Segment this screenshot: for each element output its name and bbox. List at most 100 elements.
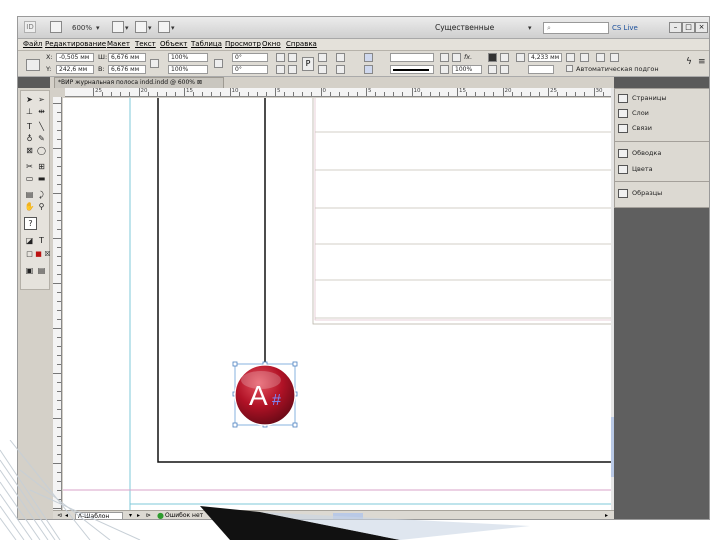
document-tab[interactable]: *ВИР журнальная полоса indd.indd @ 600% … xyxy=(54,77,224,88)
horizontal-ruler[interactable]: 25 20 15 10 5 0 5 10 15 20 25 30 xyxy=(65,88,611,97)
menu-view[interactable]: Просмотр xyxy=(225,40,261,48)
search-field[interactable]: ⌕ xyxy=(543,22,609,34)
gap-dropdown[interactable] xyxy=(528,65,554,74)
fill-stroke-icon[interactable]: ? xyxy=(24,217,37,230)
zoom-level[interactable]: 600% xyxy=(72,21,92,35)
formatting-text-icon[interactable]: T xyxy=(36,235,47,246)
opacity-icon[interactable] xyxy=(440,65,449,74)
effects-icon[interactable] xyxy=(452,53,461,62)
y-field[interactable]: 242,6 мм xyxy=(56,65,94,74)
zoom-tool-icon[interactable]: ⚲ xyxy=(36,201,47,212)
panel-pages[interactable]: Страницы xyxy=(618,92,708,104)
gap-field[interactable]: 4,233 мм xyxy=(528,53,562,62)
preview-mode-icon[interactable]: ▤ xyxy=(36,265,47,276)
view-options-icon[interactable] xyxy=(112,21,124,33)
rotate-ccw-icon[interactable] xyxy=(288,53,297,62)
drop-shadow-icon[interactable] xyxy=(440,53,449,62)
page-tool-icon[interactable]: ⊥ xyxy=(24,106,35,117)
opacity-field[interactable]: 100% xyxy=(452,65,482,74)
direct-selection-tool-icon[interactable]: ➢ xyxy=(36,94,47,105)
arrange-documents-icon[interactable] xyxy=(158,21,170,33)
height-field[interactable]: 6,676 мм xyxy=(108,65,146,74)
apply-none-icon[interactable]: ☒ xyxy=(42,249,53,260)
cs-live-button[interactable]: CS Live xyxy=(612,21,638,35)
arrange-dropdown-icon[interactable]: ▾ xyxy=(171,21,175,35)
center-content-icon[interactable] xyxy=(500,65,509,74)
fit-frame-icon[interactable] xyxy=(488,65,497,74)
maximize-button[interactable]: □ xyxy=(682,22,695,33)
bridge-icon[interactable] xyxy=(50,21,62,33)
gradient-feather-tool-icon[interactable]: ▬ xyxy=(36,173,47,184)
panel-samples[interactable]: Образцы xyxy=(618,187,708,199)
constrain-proportions-icon[interactable] xyxy=(150,59,159,68)
rotation-field[interactable]: 0° xyxy=(232,53,268,62)
fill-frame-icon[interactable] xyxy=(488,53,497,62)
menu-type[interactable]: Текст xyxy=(135,40,156,48)
width-field[interactable]: 6,676 мм xyxy=(108,53,146,62)
type-tool-icon[interactable]: T xyxy=(24,121,35,132)
view-options-dropdown-icon[interactable]: ▾ xyxy=(125,21,129,35)
align-center-icon[interactable] xyxy=(580,53,589,62)
workspace-switcher[interactable]: Существенные элементы xyxy=(435,21,535,46)
panel-stroke[interactable]: Обводка xyxy=(618,147,708,159)
close-button[interactable]: × xyxy=(695,22,708,33)
menu-help[interactable]: Справка xyxy=(286,40,317,48)
select-container-icon[interactable] xyxy=(318,53,327,62)
panel-menu-icon[interactable]: ≡ xyxy=(698,57,706,67)
panel-swatches[interactable]: Цвета xyxy=(618,163,708,175)
menu-object[interactable]: Объект xyxy=(160,40,187,48)
stroke-swatch-icon[interactable] xyxy=(364,65,373,74)
stroke-type-field[interactable] xyxy=(390,65,434,74)
eyedropper-tool-icon[interactable]: ⤸ xyxy=(36,189,47,200)
minimize-button[interactable]: – xyxy=(669,22,682,33)
selection-tool-icon[interactable]: ➤ xyxy=(24,94,35,105)
gap-tool-icon[interactable]: ⇹ xyxy=(36,106,47,117)
screen-mode-icon[interactable] xyxy=(135,21,147,33)
scissors-tool-icon[interactable]: ✂ xyxy=(24,161,35,172)
reference-point-icon[interactable] xyxy=(26,59,40,71)
p-icon[interactable]: P xyxy=(302,57,314,71)
flip-v-icon[interactable] xyxy=(288,65,297,74)
select-next-icon[interactable] xyxy=(336,65,345,74)
ellipse-tool-icon[interactable]: ◯ xyxy=(36,145,47,156)
fill-swatch-icon[interactable] xyxy=(364,53,373,62)
menu-window[interactable]: Окно xyxy=(262,40,281,48)
constrain-scale-icon[interactable] xyxy=(214,59,223,68)
normal-view-icon[interactable]: ▣ xyxy=(24,265,35,276)
scale-x-field[interactable]: 100% xyxy=(168,53,208,62)
stroke-weight-field[interactable] xyxy=(390,53,434,62)
menu-file[interactable]: Файл xyxy=(23,40,42,48)
align-left-icon[interactable] xyxy=(566,53,575,62)
select-previous-icon[interactable] xyxy=(336,53,345,62)
panel-links[interactable]: Связи xyxy=(618,122,708,134)
panel-layers[interactable]: Слои xyxy=(618,107,708,119)
pen-tool-icon[interactable]: ♁ xyxy=(24,133,35,144)
gradient-swatch-tool-icon[interactable]: ▭ xyxy=(24,173,35,184)
gap-icon[interactable] xyxy=(516,53,525,62)
line-tool-icon[interactable]: ╲ xyxy=(36,121,47,132)
lightning-icon[interactable]: ϟ xyxy=(686,57,692,67)
pencil-tool-icon[interactable]: ✎ xyxy=(36,133,47,144)
menu-edit[interactable]: Редактирование xyxy=(45,40,106,48)
flip-h-icon[interactable] xyxy=(276,65,285,74)
x-field[interactable]: -0,505 мм xyxy=(56,53,94,62)
autofit-checkbox[interactable] xyxy=(566,65,573,72)
rectangle-frame-tool-icon[interactable]: ⊠ xyxy=(24,145,35,156)
menu-layout[interactable]: Макет xyxy=(107,40,130,48)
close-tab-icon[interactable]: ⊠ xyxy=(197,79,202,86)
note-tool-icon[interactable]: ▤ xyxy=(24,189,35,200)
default-colors-icon[interactable]: ◪ xyxy=(24,235,35,246)
fit-content-icon[interactable] xyxy=(500,53,509,62)
rotate-cw-icon[interactable] xyxy=(276,53,285,62)
workspace-dropdown-icon[interactable]: ▾ xyxy=(528,21,532,35)
select-content-icon[interactable] xyxy=(318,65,327,74)
distribute-icon[interactable] xyxy=(610,53,619,62)
align-right-icon[interactable] xyxy=(596,53,605,62)
scale-y-field[interactable]: 100% xyxy=(168,65,208,74)
fx-icon[interactable]: fx. xyxy=(464,53,472,61)
scroll-right-icon[interactable]: ▸ xyxy=(605,512,608,519)
free-transform-tool-icon[interactable]: ⊞ xyxy=(36,161,47,172)
menu-table[interactable]: Таблица xyxy=(191,40,222,48)
screen-mode-dropdown-icon[interactable]: ▾ xyxy=(148,21,152,35)
hand-tool-icon[interactable]: ✋ xyxy=(24,201,35,212)
